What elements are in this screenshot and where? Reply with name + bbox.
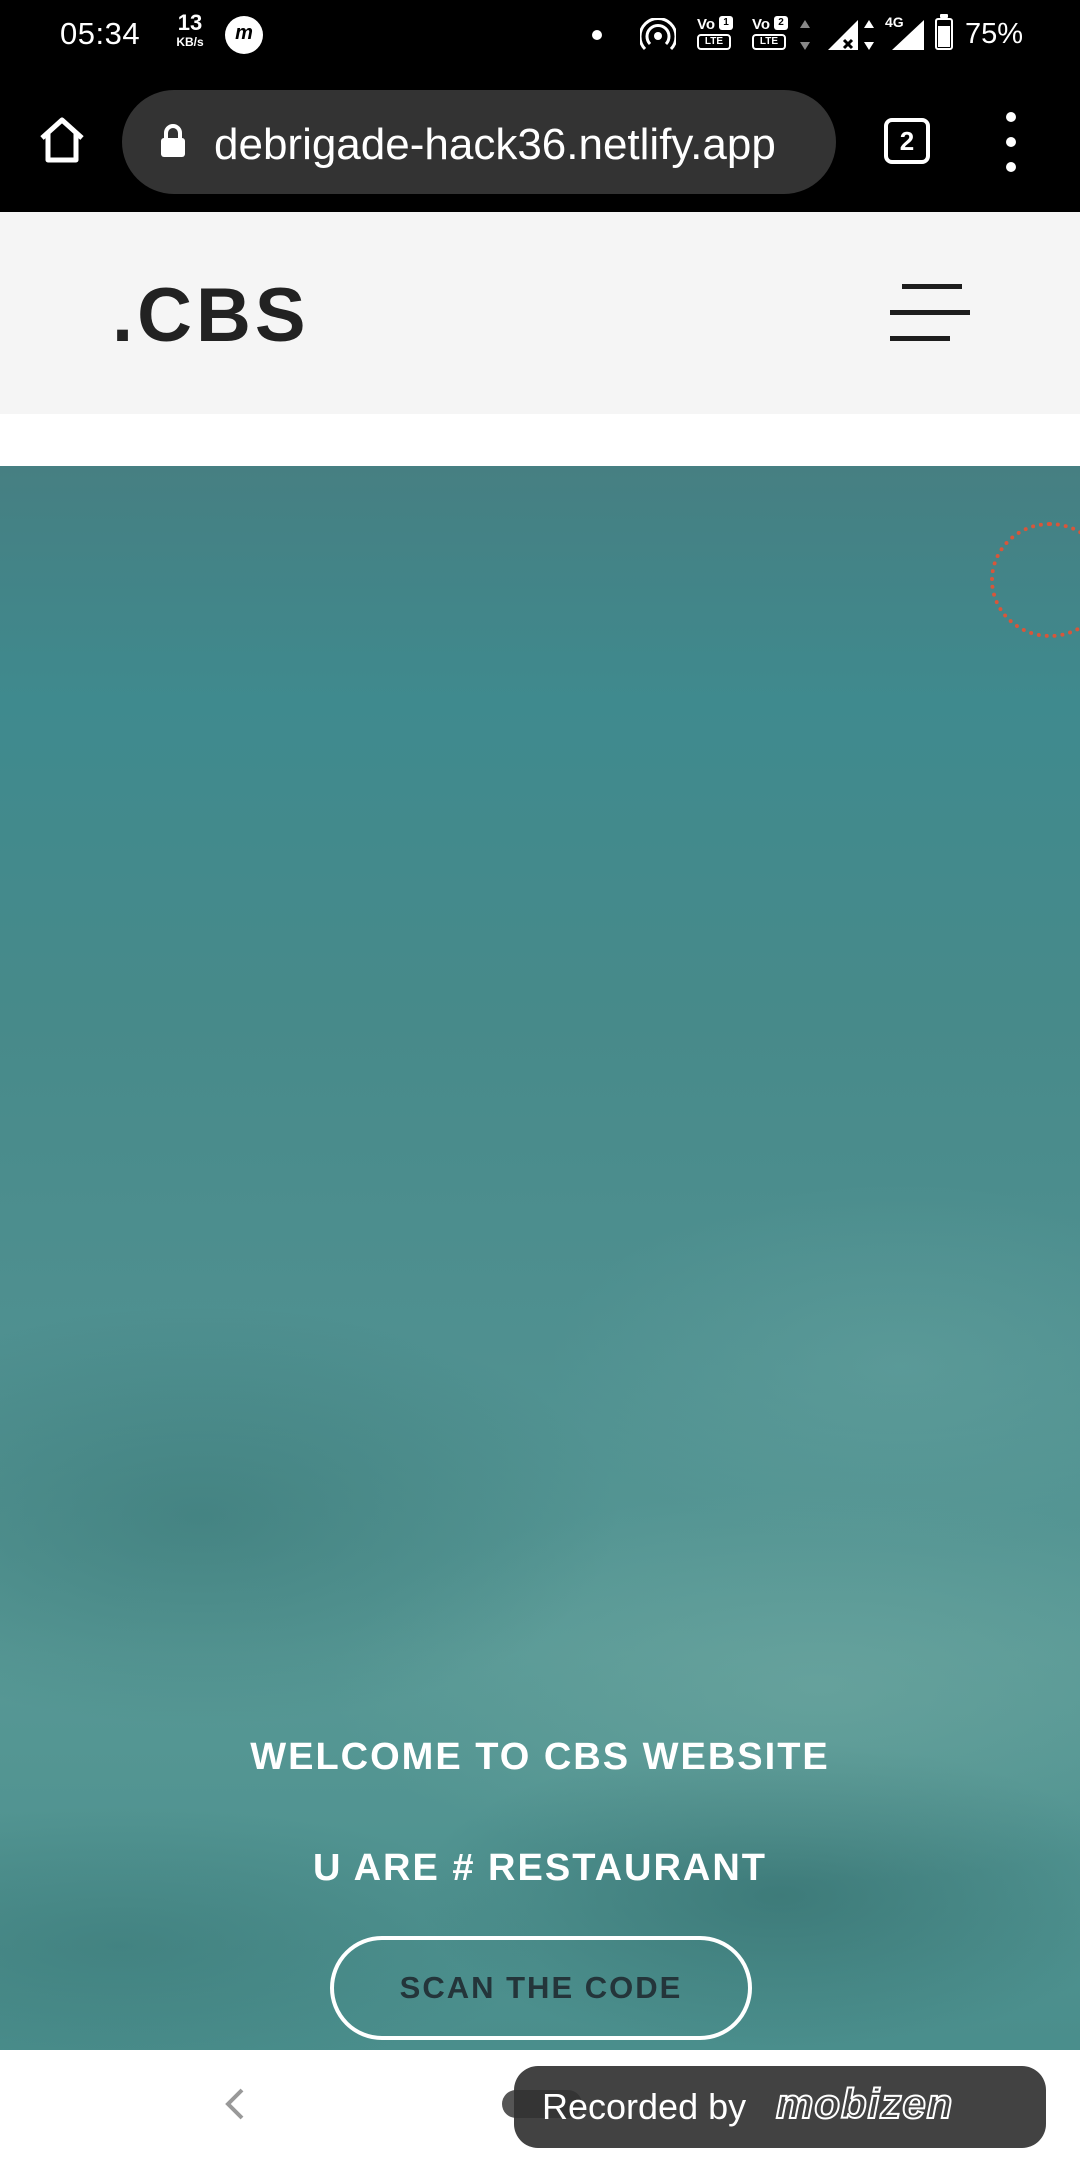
header-spacer — [0, 414, 1080, 466]
url-text[interactable]: debrigade-hack36.netlify.app — [214, 120, 776, 170]
notification-dot-icon — [592, 30, 602, 40]
signal-sim2-icon — [892, 20, 924, 50]
volte-sim1-label: Vo — [697, 16, 716, 33]
home-icon[interactable] — [34, 112, 90, 168]
status-time: 05:34 — [60, 16, 141, 51]
battery-fill — [938, 26, 950, 47]
data-arrows-icon — [800, 20, 810, 50]
volte-sim2-icon: Vo 2 LTE — [752, 16, 792, 52]
data-arrows-icon-2 — [864, 20, 874, 50]
volte-sim1-icon: Vo 1 LTE — [697, 16, 737, 52]
hero-title: WELCOME TO CBS WEBSITE — [250, 1736, 830, 1778]
recording-watermark: Recorded by mobizen — [514, 2066, 1046, 2148]
signal-sim1-icon — [828, 20, 858, 50]
volte-sim2-label: Vo — [752, 16, 771, 33]
site-brand[interactable]: .CBS — [112, 272, 310, 359]
tab-switcher-icon[interactable]: 2 — [884, 118, 930, 164]
network-speed-value: 13 — [177, 10, 203, 35]
site-header: .CBS — [0, 212, 1080, 414]
volte-sim2-number: 2 — [774, 16, 788, 30]
mobizen-status-letter: m — [235, 22, 253, 44]
mobizen-logo: mobizen — [775, 2079, 954, 2128]
volte-sim1-lte: LTE — [697, 34, 731, 50]
hamburger-menu-icon[interactable] — [890, 282, 976, 346]
battery-icon — [935, 14, 953, 50]
volte-sim2-lte: LTE — [752, 34, 786, 50]
recorded-by-label: Recorded by — [542, 2086, 747, 2127]
hotspot-icon — [640, 18, 676, 51]
hero-section: WELCOME TO CBS WEBSITE U ARE # RESTAURAN… — [0, 466, 1080, 2050]
status-bar: 05:34 13 KB/s m Vo 1 LTE Vo 2 LTE 4G 75% — [0, 0, 1080, 72]
browser-toolbar: debrigade-hack36.netlify.app 2 — [0, 72, 1080, 212]
system-navigation-bar: Recorded by mobizen — [0, 2050, 1080, 2160]
network-speed: 13 KB/s — [170, 10, 210, 49]
battery-percent: 75% — [965, 18, 1024, 50]
hero-subtitle: U ARE # RESTAURANT — [312, 1847, 768, 1889]
loading-spinner-icon — [990, 522, 1080, 638]
address-bar[interactable]: debrigade-hack36.netlify.app — [122, 90, 836, 194]
mobizen-status-icon: m — [225, 16, 263, 54]
volte-sim1-number: 1 — [719, 16, 733, 30]
network-speed-unit: KB/s — [176, 35, 204, 49]
more-vert-icon[interactable] — [996, 110, 1026, 174]
lock-icon — [161, 124, 185, 157]
scan-code-button[interactable]: SCAN THE CODE — [330, 1936, 752, 2040]
back-arrow-icon[interactable] — [220, 2086, 250, 2122]
